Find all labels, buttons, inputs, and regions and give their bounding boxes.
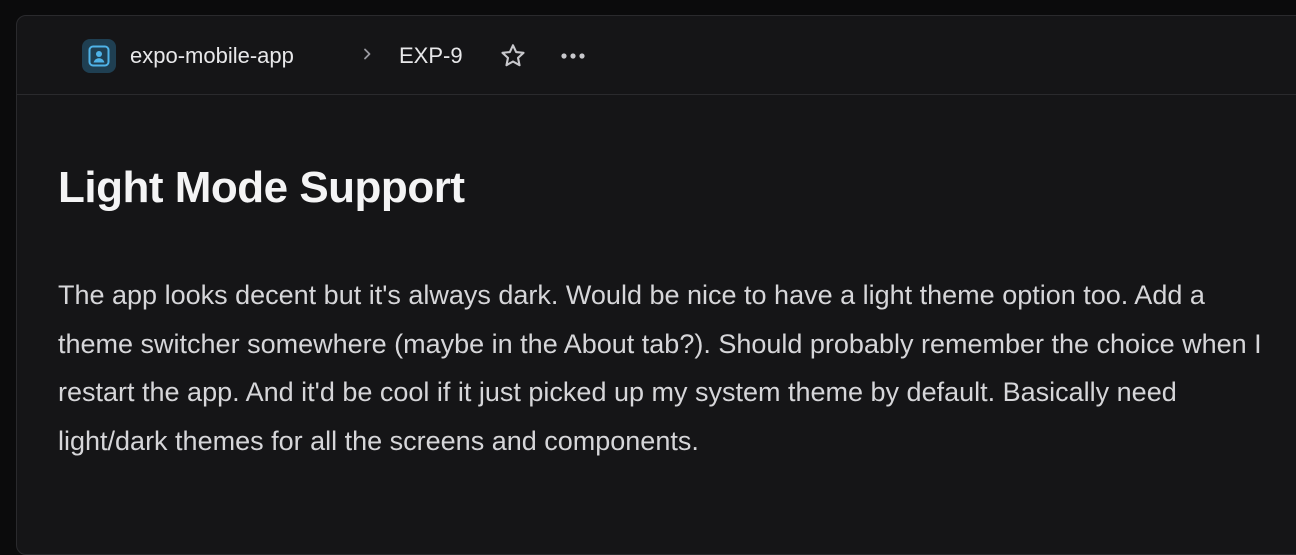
breadcrumb-issue-id[interactable]: EXP-9 — [399, 41, 463, 71]
issue-window: expo-mobile-app EXP-9 Light Mode Support… — [16, 15, 1296, 555]
chevron-right-icon — [360, 43, 374, 65]
project-avatar-icon[interactable] — [82, 39, 116, 73]
more-options-button[interactable] — [557, 40, 589, 72]
issue-title[interactable]: Light Mode Support — [58, 160, 465, 216]
issue-header-bar: expo-mobile-app EXP-9 — [17, 16, 1296, 95]
favorite-star-button[interactable] — [497, 40, 529, 72]
breadcrumb-project-link[interactable]: expo-mobile-app — [130, 41, 294, 71]
ellipsis-horizontal-icon — [561, 53, 585, 59]
star-outline-icon — [501, 44, 525, 67]
project-person-icon — [88, 45, 110, 67]
issue-description[interactable]: The app looks decent but it's always dar… — [58, 271, 1273, 465]
